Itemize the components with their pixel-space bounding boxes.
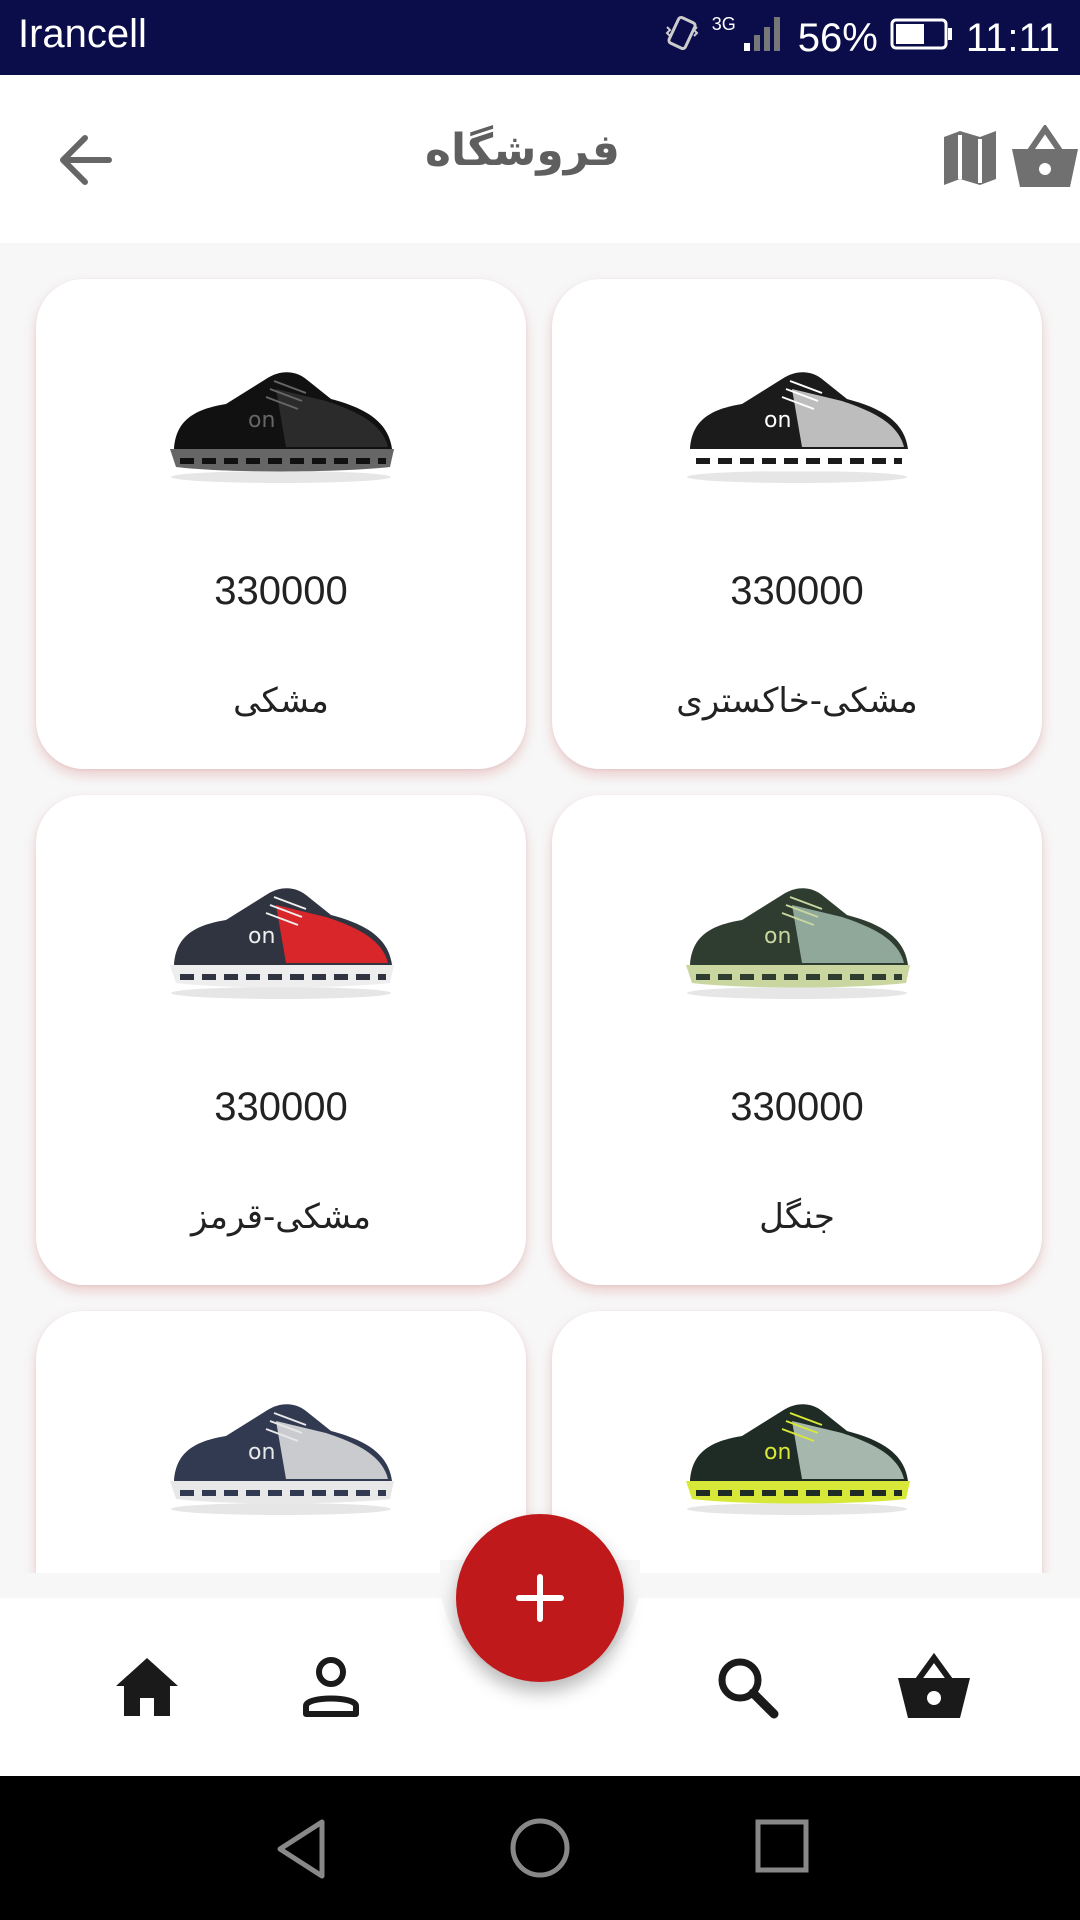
svg-text:on: on (764, 408, 791, 433)
svg-text:on: on (764, 1440, 791, 1465)
battery-icon (890, 16, 954, 61)
back-icon[interactable] (272, 1816, 332, 1882)
status-icons: 3G 56% 11:11 (664, 10, 1060, 66)
carrier-label: Irancell (18, 12, 147, 56)
product-price: 330000 (730, 1085, 864, 1129)
shoe-image: on (686, 1404, 910, 1515)
product-card[interactable]: on 330000 مشکی-قرمز (36, 795, 526, 1285)
svg-text:on: on (248, 924, 275, 949)
app-bar: فروشگاه (0, 75, 1080, 243)
clock: 11:11 (965, 15, 1060, 60)
product-card[interactable]: on 330000 مشکی-خاکستری (552, 279, 1042, 769)
svg-text:on: on (764, 924, 791, 949)
network-type: 3G (711, 13, 736, 34)
product-name: مشکی (233, 681, 329, 721)
map-icon[interactable] (940, 127, 1000, 189)
page-title: فروشگاه (425, 125, 620, 176)
add-icon (516, 1574, 564, 1622)
product-card[interactable]: on 330000 مشکی (36, 279, 526, 769)
product-grid: on 330000 مشکی on 330000 مشکی-خاکستری on 330000… (0, 243, 1080, 1573)
shoe-image: on (170, 888, 394, 999)
basket-icon[interactable] (1010, 123, 1080, 191)
add-button[interactable] (456, 1514, 624, 1682)
product-card[interactable]: on (36, 1311, 526, 1573)
home-circle-icon[interactable] (508, 1816, 572, 1880)
product-card[interactable]: on 330000 جنگل (552, 795, 1042, 1285)
product-price: 330000 (214, 569, 348, 613)
shoe-image: on (686, 372, 910, 483)
product-name: جنگل (759, 1197, 835, 1237)
cart-icon[interactable] (896, 1652, 972, 1722)
vibrate-icon (664, 15, 700, 61)
svg-text:on: on (248, 1440, 275, 1465)
product-price: 330000 (730, 569, 864, 613)
home-icon[interactable] (112, 1652, 182, 1722)
system-nav-bar (0, 1776, 1080, 1920)
shoe-image: on (170, 372, 394, 483)
product-price: 330000 (214, 1085, 348, 1129)
product-name: مشکی-خاکستری (676, 681, 918, 721)
status-bar: Irancell 3G 56% 11:11 (0, 0, 1080, 75)
svg-text:on: on (248, 408, 275, 433)
profile-icon[interactable] (296, 1652, 366, 1722)
product-name: مشکی-قرمز (191, 1197, 371, 1237)
shoe-image: on (686, 888, 910, 999)
signal-icon (742, 13, 786, 63)
recents-icon[interactable] (752, 1816, 812, 1876)
battery-percent: 56% (797, 15, 878, 60)
product-card[interactable]: on (552, 1311, 1042, 1573)
shoe-image: on (170, 1404, 394, 1515)
search-icon[interactable] (712, 1652, 782, 1722)
